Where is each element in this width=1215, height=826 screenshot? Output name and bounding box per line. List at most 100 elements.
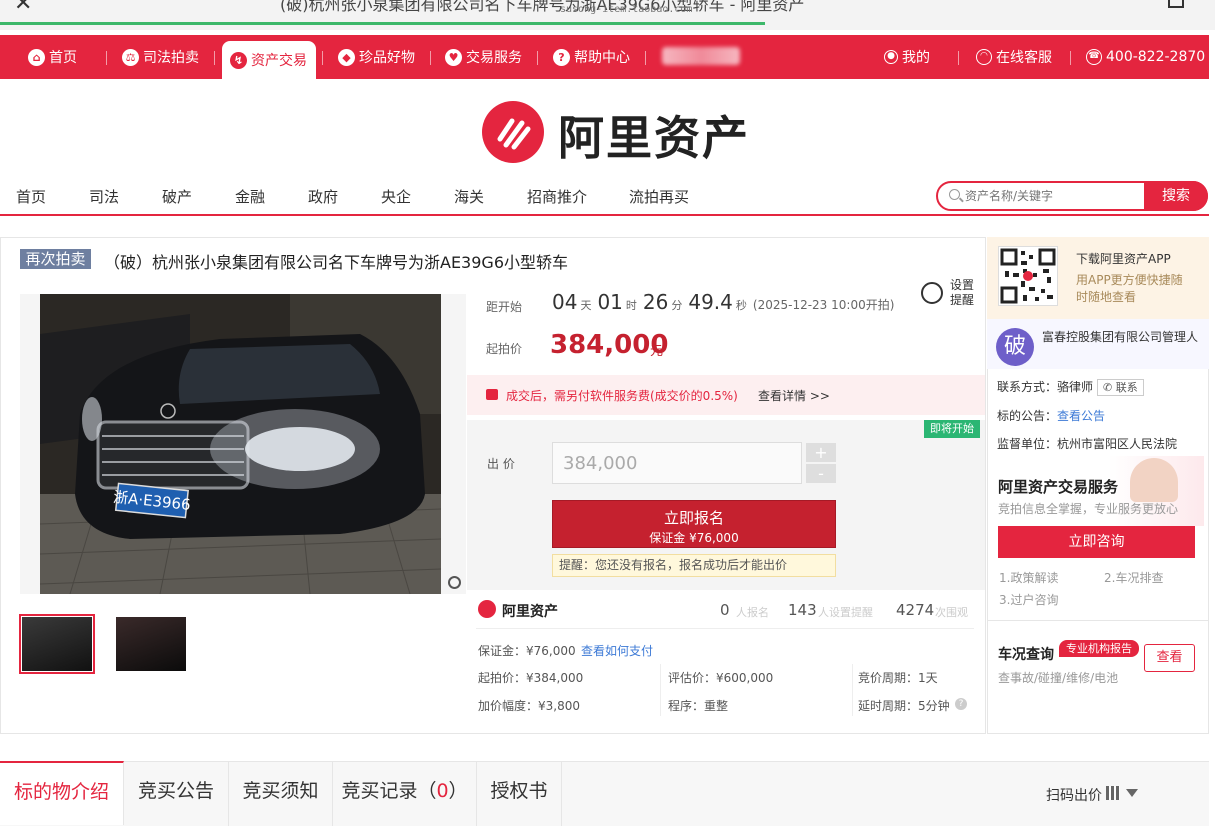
- tab-item-intro[interactable]: 标的物介绍: [0, 761, 124, 825]
- countdown-seconds: 49.4: [688, 290, 733, 314]
- brand-text: 阿里资产: [502, 604, 558, 620]
- search-icon: [949, 189, 960, 200]
- tab-authorization[interactable]: 授权书: [477, 762, 562, 826]
- cat-nav-investment[interactable]: 招商推介: [527, 186, 587, 207]
- topnav-item-asset[interactable]: ↯ 资产交易: [230, 41, 307, 79]
- topnav-label: 珍品好物: [359, 50, 415, 66]
- bid-record-count: 0: [436, 780, 449, 802]
- mine-link[interactable]: ● 我的: [884, 35, 930, 79]
- faq-transfer[interactable]: 3.过户咨询: [999, 591, 1058, 608]
- bid-amount-input[interactable]: [552, 442, 802, 484]
- phone-link[interactable]: ☎ 400-822-2870: [1086, 35, 1205, 79]
- cat-nav-rebuy[interactable]: 流拍再买: [629, 186, 689, 207]
- cat-nav-judicial[interactable]: 司法: [89, 186, 119, 207]
- cat-nav-home[interactable]: 首页: [16, 186, 46, 207]
- increase-bid-button[interactable]: +: [806, 443, 836, 462]
- url-text[interactable]: susong-item.taobao.com: [560, 4, 692, 15]
- topnav-item-judicial[interactable]: ⚖ 司法拍卖: [122, 35, 199, 79]
- question-icon[interactable]: ?: [955, 698, 967, 710]
- zoom-icon[interactable]: [448, 576, 461, 589]
- faq-policy[interactable]: 1.政策解读: [999, 569, 1058, 586]
- countdown-hours: 01: [597, 290, 623, 314]
- tab-auction-notice[interactable]: 竞买公告: [124, 762, 229, 826]
- close-icon[interactable]: ✕: [14, 0, 44, 15]
- qr-code-icon: [998, 246, 1058, 306]
- topnav-item-help[interactable]: ? 帮助中心: [553, 35, 630, 79]
- ali-asset-small-logo-icon: [478, 600, 496, 618]
- ali-asset-logo-icon[interactable]: [482, 101, 544, 163]
- delay-info: 延时周期：5分钟: [858, 699, 950, 713]
- view-notice-link[interactable]: 查看公告: [1057, 409, 1105, 423]
- how-to-pay-text[interactable]: 查看如何支付: [581, 644, 653, 658]
- manager-name: 富春控股集团有限公司管理人: [1042, 330, 1199, 344]
- gem-icon: ◆: [338, 48, 355, 66]
- cat-nav-soe[interactable]: 央企: [381, 186, 411, 207]
- unit: 天: [580, 299, 592, 312]
- cat-nav-finance[interactable]: 金融: [235, 186, 265, 207]
- unit: 时: [625, 299, 637, 312]
- photo-thumbnail[interactable]: [19, 614, 95, 674]
- re-auction-badge: 再次拍卖: [20, 249, 91, 269]
- countdown-minutes: 26: [642, 290, 669, 314]
- scan-to-bid[interactable]: 扫码出价: [1046, 785, 1102, 805]
- blurred-username: [662, 47, 740, 65]
- divider: [645, 51, 646, 65]
- how-to-pay-link[interactable]: 查看如何支付: [581, 642, 653, 659]
- view-count: 4274: [896, 601, 935, 619]
- photo-thumbnail[interactable]: [116, 617, 186, 671]
- online-service-link[interactable]: ◠ 在线客服: [976, 35, 1052, 79]
- tab-auction-rules[interactable]: 竞买须知: [229, 762, 333, 826]
- set-reminder-link[interactable]: 设置提醒: [950, 278, 980, 308]
- deposit-info: 保证金：¥76,000: [478, 644, 576, 658]
- contact-button[interactable]: ✆ 联系: [1097, 379, 1144, 396]
- signup-tip: 提醒：您还没有报名，报名成功后才能出价: [552, 554, 836, 577]
- chevron-down-icon[interactable]: [1126, 789, 1138, 797]
- topnav-item-home[interactable]: ⌂ 首页: [28, 35, 77, 79]
- supervisor-row: 监督单位：杭州市富阳区人民法院: [997, 437, 1178, 451]
- tab-label: ）: [448, 780, 468, 802]
- service-banner-title: 阿里资产交易服务: [998, 478, 1119, 496]
- topnav-label: 资产交易: [251, 53, 307, 69]
- search-input[interactable]: [965, 184, 1143, 208]
- divider: [106, 51, 107, 65]
- cat-nav-customs[interactable]: 海关: [454, 186, 484, 207]
- divider: [537, 51, 538, 65]
- main-photo[interactable]: 浙A·E3966: [20, 294, 466, 594]
- assessed-price-info: 评估价：¥600,000: [668, 671, 774, 685]
- car-check-button[interactable]: 查看: [1144, 644, 1195, 672]
- unit: 分: [671, 299, 683, 312]
- faq-vehicle-check[interactable]: 2.车况排查: [1104, 569, 1163, 586]
- divider: [430, 51, 431, 65]
- decrease-bid-button[interactable]: -: [806, 464, 836, 483]
- countdown-days: 04: [552, 290, 578, 314]
- reminder-count: 143: [788, 601, 817, 619]
- topnav-label: 交易服务: [466, 50, 522, 66]
- search-button[interactable]: 搜索: [1144, 181, 1208, 211]
- contact-label: 联系方式：骆律师: [997, 380, 1094, 394]
- consult-now-button[interactable]: 立即咨询: [998, 526, 1195, 558]
- signup-button[interactable]: 立即报名 保证金 ¥76,000: [552, 500, 836, 548]
- gift-icon: [486, 389, 498, 400]
- increment-info: 加价幅度：¥3,800: [478, 699, 580, 713]
- start-time-note: (2025-12-23 10:00开拍): [752, 298, 895, 312]
- logo-text: 阿里资产: [558, 111, 750, 165]
- cat-nav-government[interactable]: 政府: [308, 186, 338, 207]
- bankruptcy-avatar: 破: [996, 328, 1034, 366]
- tab-bid-record[interactable]: 竞买记录（0）: [333, 762, 477, 826]
- service-label: 在线客服: [996, 50, 1052, 66]
- divider: [476, 628, 974, 629]
- reminder-count-label: 人设置提醒: [818, 606, 873, 619]
- topnav-item-gems[interactable]: ◆ 珍品好物: [338, 35, 415, 79]
- cat-nav-bankruptcy[interactable]: 破产: [162, 186, 192, 207]
- topnav-item-asset-active[interactable]: ↯ 资产交易: [222, 41, 316, 79]
- signup-count-label: 人报名: [736, 606, 769, 619]
- service-agent-image: [1130, 458, 1178, 502]
- mine-label: 我的: [902, 50, 930, 66]
- share-icon[interactable]: [1168, 0, 1184, 8]
- service-banner-subtitle: 竞拍信息全掌握，专业服务更放心: [998, 502, 1179, 516]
- headset-icon: ◠: [976, 49, 992, 65]
- topnav-item-service[interactable]: ♥ 交易服务: [445, 35, 522, 79]
- app-download-desc: 用APP更方便快捷随时随地查看: [1076, 273, 1183, 304]
- alarm-clock-icon[interactable]: [921, 282, 943, 304]
- fee-details-link[interactable]: 查看详情 >>: [758, 387, 830, 404]
